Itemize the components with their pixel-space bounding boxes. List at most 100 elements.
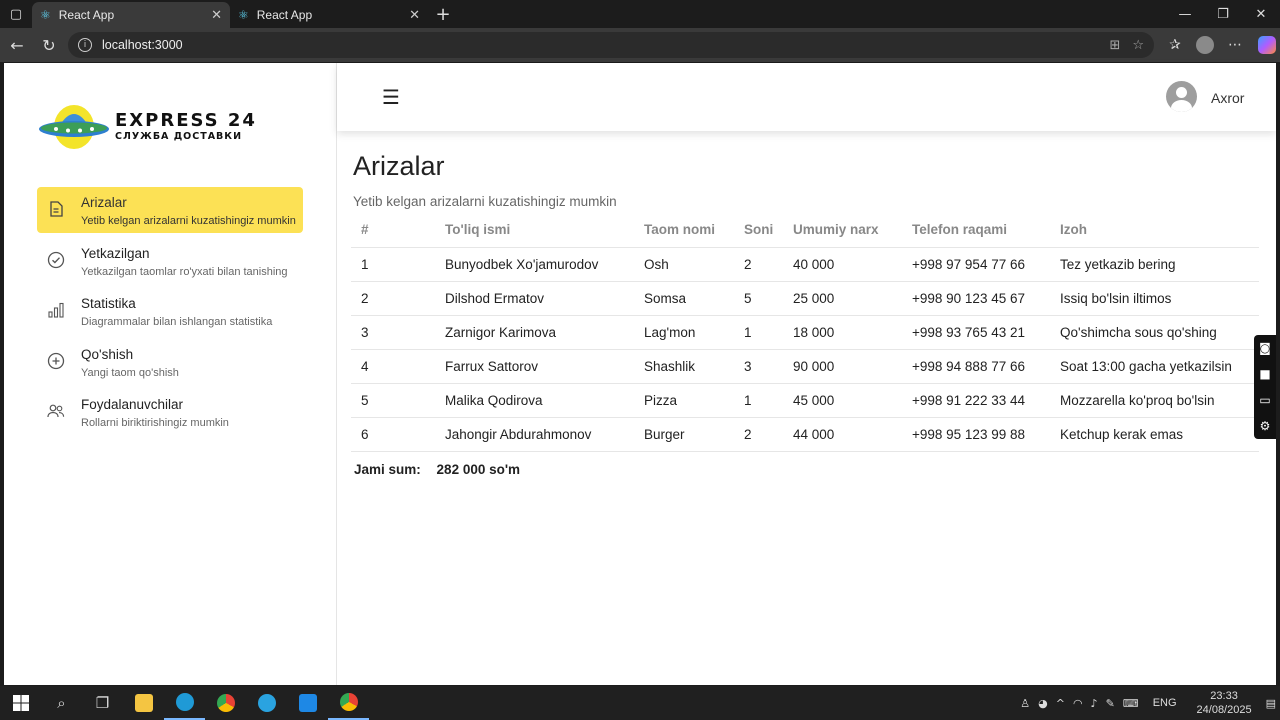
table-row[interactable]: 3 Zarnigor Karimova Lag'mon 1 18 000 +99… [351, 315, 1259, 350]
table-row[interactable]: 1 Bunyodbek Xo'jamurodov Osh 2 40 000 +9… [351, 247, 1259, 282]
check-circle-icon [47, 251, 65, 269]
chrome-profile-icon[interactable] [328, 686, 369, 720]
notification-app-icon[interactable]: ◕ [1038, 697, 1048, 710]
table-row[interactable]: 6 Jahongir Abdurahmonov Burger 2 44 000 … [351, 417, 1259, 452]
cell-qty: 1 [734, 315, 783, 350]
cell-name: Zarnigor Karimova [435, 315, 634, 350]
url-field[interactable]: i localhost:3000 ⊞ ☆ [68, 32, 1154, 58]
sidebar-item-desc: Yangi taom qo'shish [81, 366, 179, 379]
cell-index: 2 [351, 281, 435, 316]
favorite-star-icon[interactable]: ☆ [1132, 38, 1144, 53]
cell-name: Malika Qodirova [435, 383, 634, 418]
camera-icon[interactable]: ◙ [1259, 341, 1271, 355]
network-icon[interactable]: ◠ [1073, 697, 1083, 710]
logo[interactable]: EXPRESS 24 СЛУЖБА ДОСТАВКИ [38, 101, 258, 153]
sidebar-menu: Arizalar Yetib kelgan arizalarni kuzatis… [37, 187, 303, 440]
users-icon [47, 402, 65, 420]
table-row[interactable]: 2 Dilshod Ermatov Somsa 5 25 000 +998 90… [351, 281, 1259, 316]
gear-icon[interactable]: ⚙ [1260, 419, 1271, 433]
close-window-icon[interactable]: ✕ [1242, 0, 1280, 28]
cell-price: 18 000 [783, 315, 902, 350]
file-explorer-icon[interactable] [123, 686, 164, 720]
sidebar-item-title: Foydalanuvchilar [81, 397, 184, 412]
username[interactable]: Axror [1211, 90, 1244, 106]
document-icon [47, 200, 65, 218]
sidebar-item-qoshish[interactable]: Qo'shish Yangi taom qo'shish [37, 339, 303, 385]
tab-title: React App [58, 8, 115, 22]
avatar[interactable] [1166, 81, 1197, 112]
maximize-icon[interactable]: ❐ [1204, 0, 1242, 28]
people-icon[interactable]: ♙ [1020, 697, 1030, 710]
favorites-icon[interactable]: ✰ [1160, 37, 1190, 53]
keyboard-icon[interactable]: ⌨ [1123, 697, 1139, 710]
browser-tab-1[interactable]: ⚛ React App ✕ [32, 2, 230, 28]
clock[interactable]: 23:33 24/08/2025 [1197, 689, 1252, 717]
screen-icon[interactable]: ▭ [1259, 393, 1270, 407]
sidebar-item-title: Statistika [81, 296, 136, 311]
cell-index: 5 [351, 383, 435, 418]
menu-toggle-icon[interactable]: ☰ [382, 85, 400, 109]
sidebar-item-title: Arizalar [81, 195, 127, 210]
cell-index: 1 [351, 247, 435, 282]
more-options-icon[interactable]: ⋯ [1220, 37, 1250, 53]
copilot-icon[interactable] [1258, 36, 1276, 54]
windows-start-icon[interactable] [0, 686, 41, 720]
total-sum: Jami sum: 282 000 so'm [354, 462, 520, 477]
notifications-icon[interactable]: ▤ [1266, 697, 1276, 710]
column-header: To'liq ismi [435, 212, 634, 248]
cell-price: 40 000 [783, 247, 902, 282]
sidebar-item-arizalar[interactable]: Arizalar Yetib kelgan arizalarni kuzatis… [37, 187, 303, 233]
sidebar-item-statistika[interactable]: Statistika Diagrammalar bilan ishlangan … [37, 288, 303, 334]
cell-food: Somsa [634, 281, 734, 316]
language-indicator[interactable]: ENG [1153, 697, 1177, 709]
cell-phone: +998 90 123 45 67 [902, 281, 1050, 316]
sidebar-item-foydalanuvchilar[interactable]: Foydalanuvchilar Rollarni biriktirishing… [37, 389, 303, 435]
cell-index: 6 [351, 417, 435, 452]
close-icon[interactable]: ✕ [211, 8, 222, 23]
react-icon: ⚛ [40, 8, 51, 22]
ufo-logo-icon [39, 105, 109, 149]
cell-name: Dilshod Ermatov [435, 281, 634, 316]
column-header: Soni [734, 212, 783, 248]
cell-note: Ketchup kerak emas [1050, 417, 1259, 452]
cell-price: 44 000 [783, 417, 902, 452]
app-available-icon[interactable]: ⊞ [1109, 38, 1120, 53]
sidebar-item-title: Qo'shish [81, 346, 134, 362]
cell-food: Osh [634, 247, 734, 282]
minimize-icon[interactable]: — [1166, 0, 1204, 28]
page-subtitle: Yetib kelgan arizalarni kuzatishingiz mu… [353, 194, 617, 209]
cell-index: 3 [351, 315, 435, 350]
react-icon: ⚛ [238, 8, 249, 22]
table-row[interactable]: 4 Farrux Sattorov Shashlik 3 90 000 +998… [351, 349, 1259, 384]
reload-icon[interactable]: ↻ [34, 30, 64, 60]
cell-phone: +998 93 765 43 21 [902, 315, 1050, 350]
cell-name: Farrux Sattorov [435, 349, 634, 384]
back-icon[interactable]: ← [2, 30, 32, 60]
info-icon[interactable]: i [78, 38, 92, 52]
browser-tab-2[interactable]: ⚛ React App ✕ [230, 2, 428, 28]
task-view-icon[interactable]: ❐ [82, 686, 123, 720]
profile-avatar-icon[interactable] [1196, 36, 1214, 54]
column-header: Izoh [1050, 212, 1259, 248]
search-icon[interactable]: ⌕ [41, 686, 82, 720]
video-icon[interactable]: ■ [1259, 367, 1270, 381]
chrome-icon[interactable] [205, 686, 246, 720]
close-icon[interactable]: ✕ [409, 8, 420, 23]
table-row[interactable]: 5 Malika Qodirova Pizza 1 45 000 +998 91… [351, 383, 1259, 418]
sidebar-item-desc: Yetkazilgan taomlar ro'yxati bilan tanis… [81, 265, 288, 278]
chevron-up-icon[interactable]: ^ [1056, 697, 1065, 710]
vscode-icon[interactable] [287, 686, 328, 720]
pen-icon[interactable]: ✎ [1106, 697, 1115, 710]
new-tab-button[interactable]: + [428, 4, 458, 25]
cell-food: Burger [634, 417, 734, 452]
tab-actions-icon[interactable]: ▢ [0, 0, 32, 28]
total-value: 282 000 so'm [436, 462, 521, 477]
edge-icon[interactable] [164, 686, 205, 720]
tab-title: React App [256, 8, 313, 22]
top-header: ☰ Axror [337, 63, 1276, 131]
volume-icon[interactable]: ♪ [1091, 697, 1098, 710]
orders-table: # To'liq ismi Taom nomi Soni Umumiy narx… [351, 212, 1259, 452]
telegram-icon[interactable] [246, 686, 287, 720]
sidebar-item-yetkazilgan[interactable]: Yetkazilgan Yetkazilgan taomlar ro'yxati… [37, 238, 303, 284]
cell-name: Bunyodbek Xo'jamurodov [435, 247, 634, 282]
